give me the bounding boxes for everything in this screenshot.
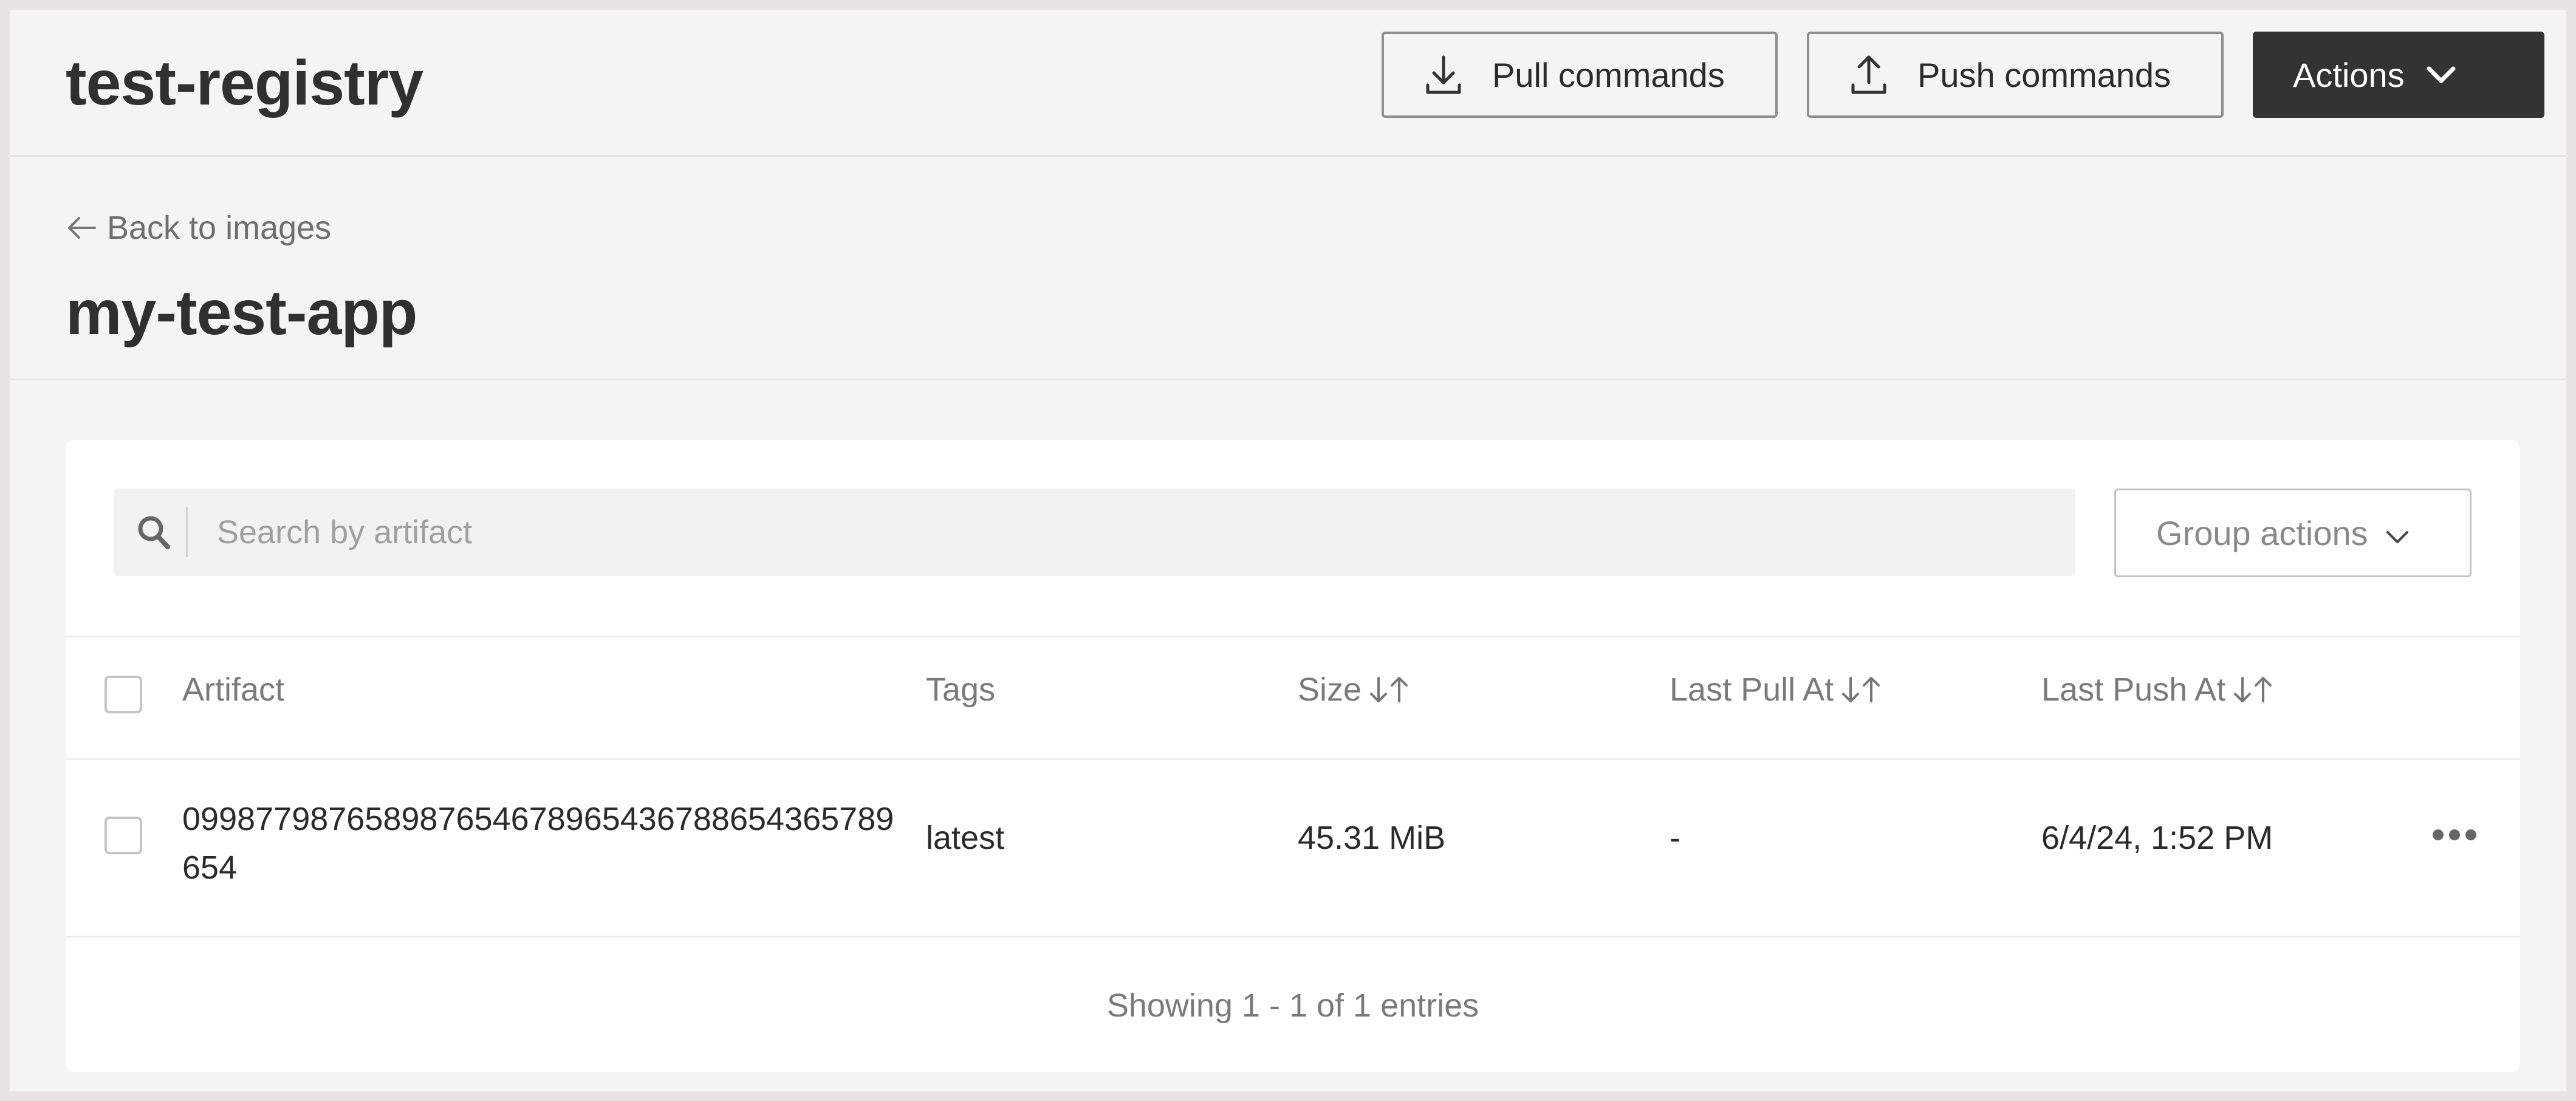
column-header-last-push[interactable]: Last Push At bbox=[2041, 671, 2274, 708]
arrow-left-icon bbox=[68, 217, 96, 239]
search-bar bbox=[114, 489, 2075, 576]
artifact-last-push: 6/4/24, 1:52 PM bbox=[2041, 820, 2273, 856]
column-header-size[interactable]: Size bbox=[1298, 671, 1410, 708]
chevron-down-icon bbox=[2427, 66, 2456, 83]
column-label: Artifact bbox=[182, 671, 285, 708]
chevron-down-icon bbox=[2386, 531, 2408, 543]
actions-label: Actions bbox=[2293, 55, 2405, 94]
back-to-images-link[interactable]: Back to images bbox=[66, 209, 331, 247]
push-commands-label: Push commands bbox=[1917, 55, 2171, 94]
sort-icon[interactable] bbox=[2232, 674, 2274, 705]
download-icon bbox=[1426, 55, 1461, 94]
back-link-label: Back to images bbox=[107, 210, 332, 246]
sort-icon[interactable] bbox=[1840, 674, 1882, 705]
push-commands-button[interactable]: Push commands bbox=[1807, 32, 2224, 118]
page-header: test-registry Pull commands Push command… bbox=[10, 10, 2566, 157]
row-checkbox[interactable] bbox=[104, 817, 142, 854]
image-subheader: Back to images my-test-app bbox=[10, 157, 2566, 380]
pull-commands-button[interactable]: Pull commands bbox=[1382, 32, 1778, 118]
divider bbox=[66, 636, 2520, 637]
column-header-tags: Tags bbox=[926, 671, 995, 708]
actions-button[interactable]: Actions bbox=[2253, 32, 2544, 118]
column-label: Size bbox=[1298, 671, 1362, 708]
search-input[interactable] bbox=[217, 513, 1979, 551]
column-label: Last Push At bbox=[2041, 671, 2226, 708]
artifact-tags: latest bbox=[926, 820, 1005, 856]
search-icon bbox=[138, 516, 170, 549]
artifacts-card: Group actions Artifact Tags Size Last Pu… bbox=[66, 440, 2520, 1072]
search-divider bbox=[186, 507, 188, 557]
column-label: Last Pull At bbox=[1670, 671, 1834, 708]
select-all-checkbox[interactable] bbox=[104, 676, 142, 713]
registry-title: test-registry bbox=[66, 48, 423, 118]
artifact-size: 45.31 MiB bbox=[1298, 820, 1446, 856]
group-actions-label: Group actions bbox=[2156, 513, 2368, 552]
upload-icon bbox=[1851, 55, 1886, 94]
column-label: Tags bbox=[926, 671, 996, 708]
divider bbox=[66, 936, 2520, 938]
app-window: test-registry Pull commands Push command… bbox=[10, 10, 2566, 1091]
column-header-last-pull[interactable]: Last Pull At bbox=[1670, 671, 1882, 708]
pagination-summary: Showing 1 - 1 of 1 entries bbox=[1106, 987, 1479, 1024]
column-header-artifact: Artifact bbox=[182, 671, 284, 708]
divider bbox=[66, 758, 2520, 760]
more-horizontal-icon[interactable] bbox=[2433, 826, 2476, 843]
group-actions-dropdown[interactable]: Group actions bbox=[2114, 489, 2472, 577]
sort-icon[interactable] bbox=[1368, 674, 1410, 705]
artifact-last-pull: - bbox=[1670, 820, 1680, 856]
pull-commands-label: Pull commands bbox=[1492, 55, 1725, 94]
artifact-digest[interactable]: 0998779876589876546789654367886543657896… bbox=[182, 795, 899, 892]
page-title: my-test-app bbox=[66, 278, 417, 348]
